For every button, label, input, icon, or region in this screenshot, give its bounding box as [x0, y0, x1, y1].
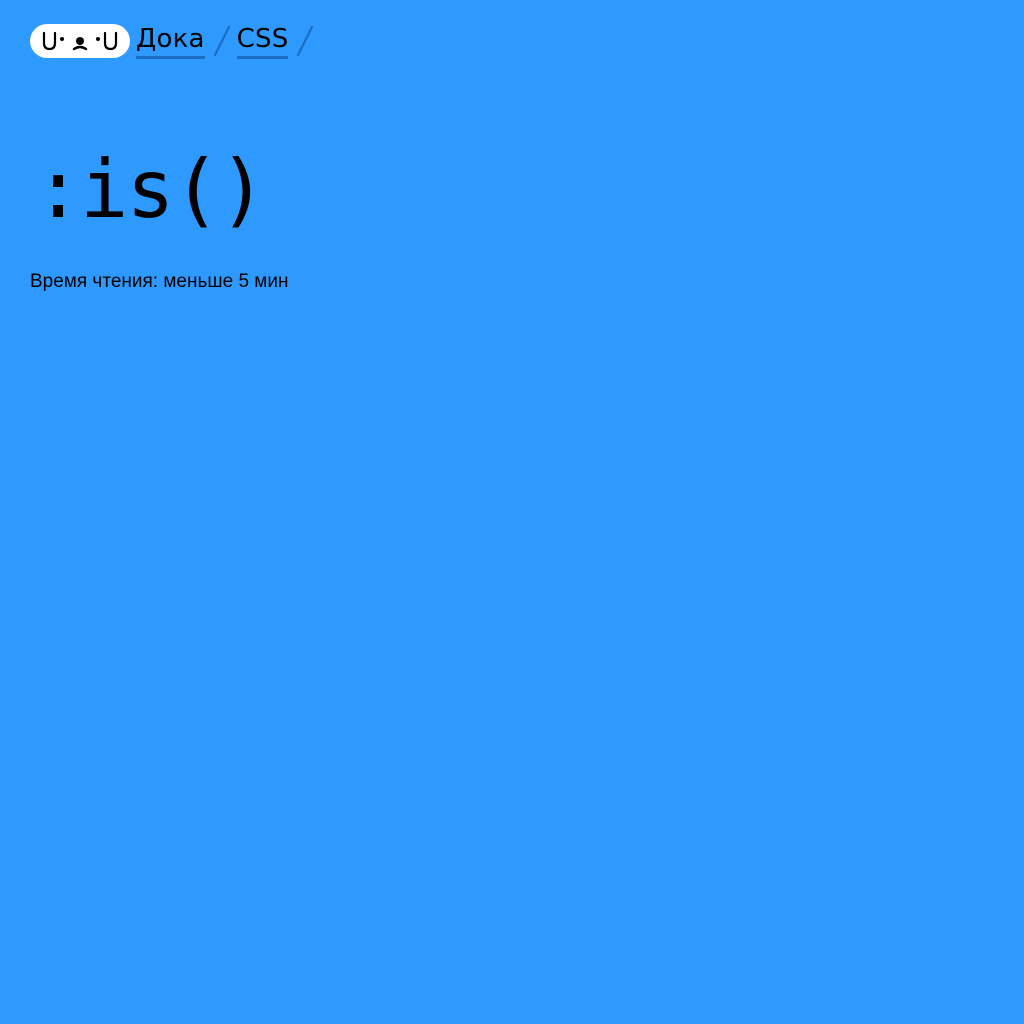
slash-separator-icon — [213, 25, 230, 57]
doka-face-logo-icon — [42, 31, 118, 51]
breadcrumb: Дока CSS — [136, 24, 320, 59]
slash-separator-icon — [297, 25, 314, 57]
page: Дока CSS :is() Время чтения: меньше 5 ми… — [0, 0, 1024, 1024]
breadcrumb-link-css[interactable]: CSS — [236, 24, 289, 59]
reading-time: Время чтения: меньше 5 мин — [30, 271, 289, 292]
breadcrumb-link-doka[interactable]: Дока — [136, 24, 205, 59]
site-header: Дока CSS — [30, 22, 320, 60]
home-logo-link[interactable] — [30, 24, 130, 58]
page-title: :is() — [34, 143, 267, 236]
